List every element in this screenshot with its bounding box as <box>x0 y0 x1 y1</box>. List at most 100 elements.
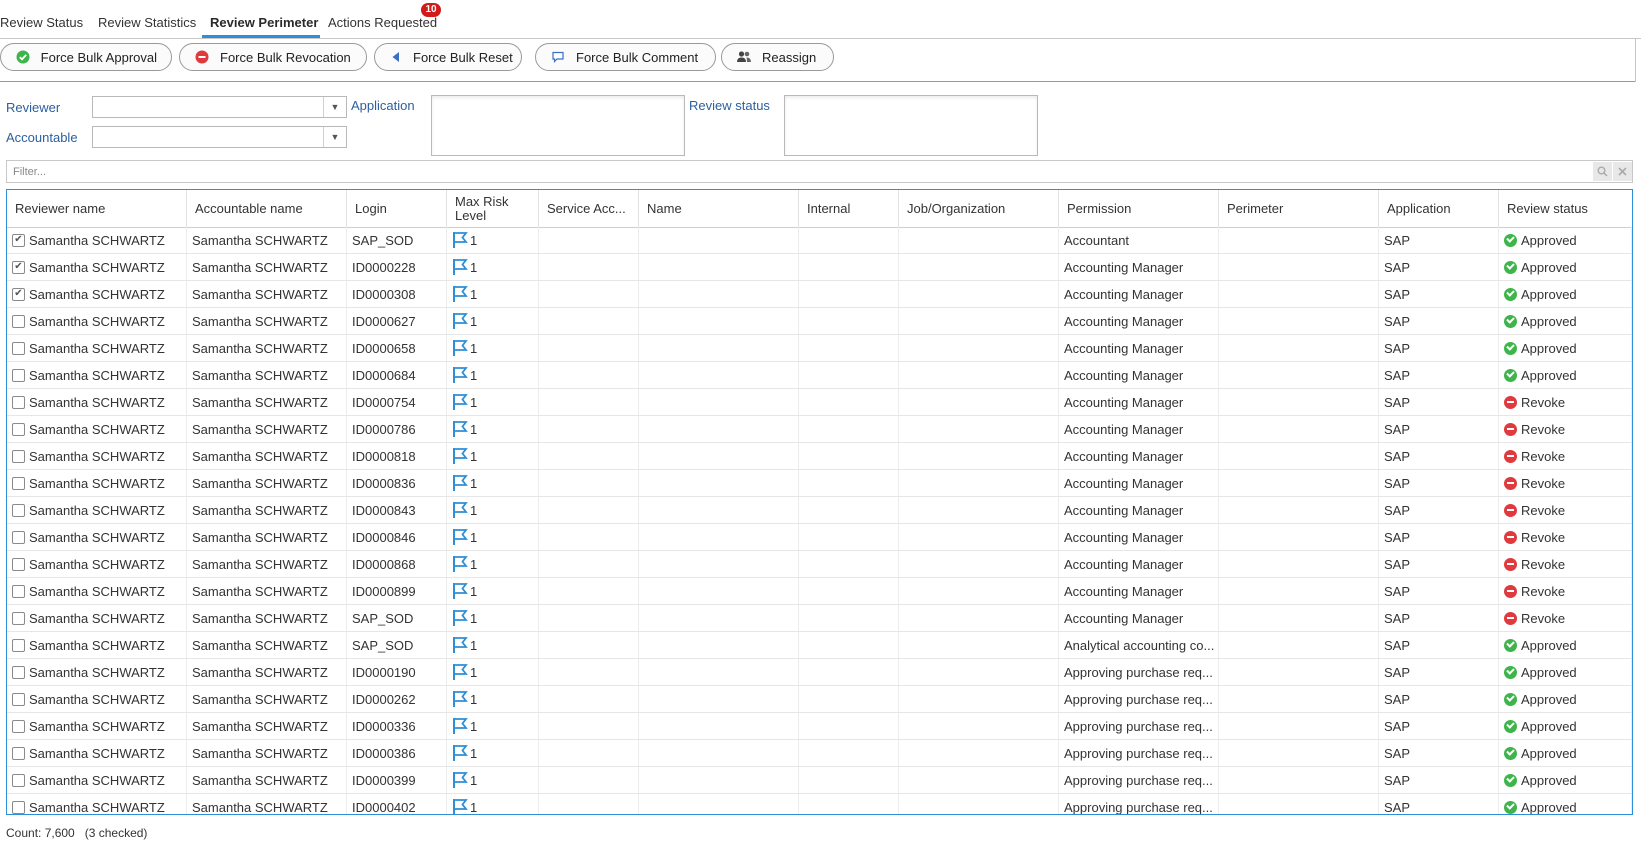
force-bulk-approval-button[interactable]: Force Bulk Approval <box>0 43 172 71</box>
cell-text: Samantha SCHWARTZ <box>29 340 165 356</box>
table-cell: Samantha SCHWARTZ <box>187 659 347 685</box>
row-checkbox[interactable] <box>12 476 25 490</box>
table-cell: SAP <box>1379 335 1499 361</box>
cell-text: ID0000836 <box>352 475 416 491</box>
row-checkbox[interactable] <box>12 449 25 463</box>
check-circle-icon <box>1504 692 1517 706</box>
table-row[interactable]: Samantha SCHWARTZ Samantha SCHWARTZ ID0000… <box>7 416 1632 443</box>
column-header-max-risk-level[interactable]: Max Risk Level <box>447 190 539 227</box>
column-header-application[interactable]: Application <box>1379 190 1499 227</box>
table-cell: Samantha SCHWARTZ <box>7 578 187 604</box>
table-row[interactable]: Samantha SCHWARTZ Samantha SCHWARTZ ID0000… <box>7 281 1632 308</box>
table-cell <box>1219 632 1379 658</box>
column-header-perimeter[interactable]: Perimeter <box>1219 190 1379 227</box>
reviewer-combo[interactable]: ▼ <box>92 96 347 118</box>
table-cell <box>539 254 639 280</box>
chevron-down-icon[interactable]: ▼ <box>323 97 346 117</box>
flag-icon <box>453 421 468 437</box>
tab-review-statistics[interactable]: Review Statistics <box>98 15 196 30</box>
row-checkbox[interactable] <box>12 638 25 652</box>
cell-text: SAP_SOD <box>352 610 414 626</box>
table-row[interactable]: Samantha SCHWARTZ Samantha SCHWARTZ ID0000… <box>7 551 1632 578</box>
column-header-reviewer-name[interactable]: Reviewer name <box>7 190 187 227</box>
row-checkbox[interactable] <box>12 611 25 625</box>
row-checkbox[interactable] <box>12 287 25 301</box>
table-cell <box>899 794 1059 814</box>
row-checkbox[interactable] <box>12 233 25 247</box>
column-header-name[interactable]: Name <box>639 190 799 227</box>
row-checkbox[interactable] <box>12 422 25 436</box>
table-row[interactable]: Samantha SCHWARTZ Samantha SCHWARTZ ID0000… <box>7 362 1632 389</box>
tab-review-status[interactable]: Review Status <box>0 15 83 30</box>
cell-text: 1 <box>470 772 478 788</box>
column-header-service-account[interactable]: Service Acc... <box>539 190 639 227</box>
row-checkbox[interactable] <box>12 395 25 409</box>
table-row[interactable]: Samantha SCHWARTZ Samantha SCHWARTZ ID0000… <box>7 659 1632 686</box>
table-row[interactable]: Samantha SCHWARTZ Samantha SCHWARTZ ID0000… <box>7 335 1632 362</box>
column-header-permission[interactable]: Permission <box>1059 190 1219 227</box>
row-checkbox[interactable] <box>12 665 25 679</box>
accountable-combo[interactable]: ▼ <box>92 126 347 148</box>
application-listbox[interactable] <box>431 95 685 156</box>
row-checkbox[interactable] <box>12 692 25 706</box>
row-checkbox[interactable] <box>12 341 25 355</box>
row-checkbox[interactable] <box>12 260 25 274</box>
table-cell: Samantha SCHWARTZ <box>7 659 187 685</box>
row-checkbox[interactable] <box>12 314 25 328</box>
table-row[interactable]: Samantha SCHWARTZ Samantha SCHWARTZ ID0000… <box>7 740 1632 767</box>
table-row[interactable]: Samantha SCHWARTZ Samantha SCHWARTZ ID0000… <box>7 470 1632 497</box>
row-checkbox[interactable] <box>12 557 25 571</box>
table-row[interactable]: Samantha SCHWARTZ Samantha SCHWARTZ SAP_SO… <box>7 605 1632 632</box>
table-cell: ID0000627 <box>347 308 447 334</box>
tab-actions-requested[interactable]: Actions Requested <box>328 15 437 30</box>
column-header-job-organization[interactable]: Job/Organization <box>899 190 1059 227</box>
row-checkbox[interactable] <box>12 368 25 382</box>
table-row[interactable]: Samantha SCHWARTZ Samantha SCHWARTZ ID0000… <box>7 578 1632 605</box>
table-row[interactable]: Samantha SCHWARTZ Samantha SCHWARTZ ID0000… <box>7 254 1632 281</box>
check-circle-icon <box>1504 719 1517 733</box>
table-row[interactable]: Samantha SCHWARTZ Samantha SCHWARTZ SAP_SO… <box>7 227 1632 254</box>
row-checkbox[interactable] <box>12 530 25 544</box>
column-header-accountable-name[interactable]: Accountable name <box>187 190 347 227</box>
clear-icon[interactable] <box>1613 162 1632 181</box>
chevron-down-icon[interactable]: ▼ <box>323 127 346 147</box>
tab-review-perimeter[interactable]: Review Perimeter <box>210 15 318 30</box>
table-cell: ID0000228 <box>347 254 447 280</box>
row-checkbox[interactable] <box>12 584 25 598</box>
table-cell <box>1219 227 1379 253</box>
column-header-review-status[interactable]: Review status <box>1499 190 1632 227</box>
table-row[interactable]: Samantha SCHWARTZ Samantha SCHWARTZ ID0000… <box>7 713 1632 740</box>
table-row[interactable]: Samantha SCHWARTZ Samantha SCHWARTZ ID0000… <box>7 524 1632 551</box>
row-checkbox[interactable] <box>12 800 25 814</box>
flag-icon <box>453 691 468 707</box>
review-status-listbox[interactable] <box>784 95 1038 156</box>
column-header-login[interactable]: Login <box>347 190 447 227</box>
table-row[interactable]: Samantha SCHWARTZ Samantha SCHWARTZ ID0000… <box>7 794 1632 814</box>
table-row[interactable]: Samantha SCHWARTZ Samantha SCHWARTZ ID0000… <box>7 308 1632 335</box>
filter-input[interactable] <box>11 163 1575 181</box>
table-cell: Revoke <box>1499 551 1632 577</box>
row-checkbox[interactable] <box>12 773 25 787</box>
table-row[interactable]: Samantha SCHWARTZ Samantha SCHWARTZ ID0000… <box>7 443 1632 470</box>
search-icon[interactable] <box>1593 162 1612 181</box>
table-cell <box>899 362 1059 388</box>
table-row[interactable]: Samantha SCHWARTZ Samantha SCHWARTZ SAP_SO… <box>7 632 1632 659</box>
force-bulk-revocation-button[interactable]: Force Bulk Revocation <box>179 43 367 71</box>
force-bulk-reset-button[interactable]: Force Bulk Reset <box>374 43 522 71</box>
column-header-internal[interactable]: Internal <box>799 190 899 227</box>
table-cell <box>639 362 799 388</box>
row-checkbox[interactable] <box>12 719 25 733</box>
table-row[interactable]: Samantha SCHWARTZ Samantha SCHWARTZ ID0000… <box>7 767 1632 794</box>
table-row[interactable]: Samantha SCHWARTZ Samantha SCHWARTZ ID0000… <box>7 389 1632 416</box>
table-row[interactable]: Samantha SCHWARTZ Samantha SCHWARTZ ID0000… <box>7 686 1632 713</box>
force-bulk-revocation-label: Force Bulk Revocation <box>220 49 351 65</box>
table-cell: 1 <box>447 740 539 766</box>
reassign-button[interactable]: Reassign <box>721 43 834 71</box>
table-cell: Samantha SCHWARTZ <box>7 443 187 469</box>
table-cell: ID0000899 <box>347 578 447 604</box>
table-row[interactable]: Samantha SCHWARTZ Samantha SCHWARTZ ID0000… <box>7 497 1632 524</box>
force-bulk-comment-button[interactable]: Force Bulk Comment <box>535 43 716 71</box>
minus-circle-icon <box>1504 611 1517 625</box>
row-checkbox[interactable] <box>12 746 25 760</box>
row-checkbox[interactable] <box>12 503 25 517</box>
